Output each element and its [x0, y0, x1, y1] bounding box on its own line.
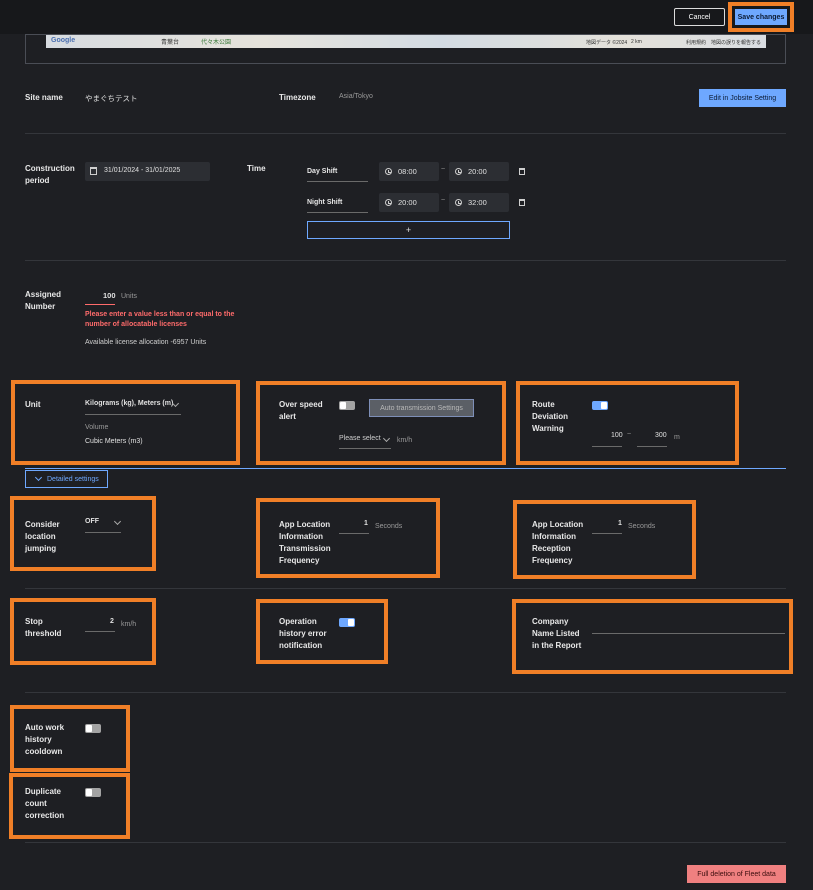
divider: [25, 588, 786, 589]
period-date-input[interactable]: 31/01/2024 - 31/01/2025: [85, 162, 210, 181]
available-license-text: Available license allocation -6957 Units: [85, 339, 207, 346]
assigned-number-error: Please enter a value less than or equal …: [85, 311, 235, 328]
highlight-cooldown: [10, 705, 130, 772]
calendar-icon: [90, 167, 97, 175]
night-shift-end-value: 32:00: [468, 198, 487, 207]
map-report-link[interactable]: 地図の誤りを報告する: [711, 39, 761, 46]
map-attribution: 地図データ ©2024: [586, 40, 628, 46]
highlight-transmission: [256, 498, 440, 578]
night-shift-end-input[interactable]: 32:00: [449, 193, 509, 212]
day-shift-end-value: 20:00: [468, 167, 487, 176]
highlight-reception: [513, 500, 696, 579]
day-shift-label: Day Shift: [307, 168, 338, 175]
chevron-down-icon: [34, 473, 43, 482]
detailed-settings-label: Detailed settings: [47, 476, 99, 483]
clock-icon: [385, 199, 392, 206]
time-separator: ~: [441, 197, 446, 204]
highlight-operation: [256, 599, 388, 664]
night-shift-start-input[interactable]: 20:00: [379, 193, 439, 212]
assigned-number-underline: [85, 304, 115, 305]
assigned-number-label: Assigned Number: [25, 290, 62, 311]
assigned-number-unit: Units: [121, 293, 137, 300]
cancel-button[interactable]: Cancel: [674, 8, 725, 26]
period-date-value: 31/01/2024 - 31/01/2025: [104, 167, 181, 174]
time-separator: ~: [441, 166, 446, 173]
night-shift-start-value: 20:00: [398, 198, 417, 207]
site-name-value: やまぐちテスト: [85, 94, 138, 103]
map-scale: 2 km: [631, 39, 642, 45]
highlight-company: [512, 599, 793, 674]
map-panel[interactable]: Google 青葉台 代々木公園 地図データ ©2024 2 km 利用規約 地…: [25, 34, 786, 64]
highlight-duplicate: [9, 773, 130, 839]
clock-icon: [455, 168, 462, 175]
detailed-settings-button[interactable]: Detailed settings: [25, 470, 108, 488]
highlight-jumping: [10, 496, 156, 571]
add-shift-button[interactable]: +: [307, 221, 510, 239]
highlight-save: [728, 2, 794, 32]
divider: [25, 692, 786, 693]
edit-jobsite-button[interactable]: Edit in Jobsite Setting: [699, 89, 786, 107]
night-shift-underline: [307, 212, 368, 213]
highlight-route: [516, 381, 739, 465]
timezone-value: Asia/Tokyo: [339, 93, 373, 100]
clock-icon: [455, 199, 462, 206]
full-deletion-button[interactable]: Full deletion of Fleet data: [687, 865, 786, 883]
construction-period-label: Construction period: [25, 164, 75, 185]
delete-day-shift-icon[interactable]: [519, 168, 525, 175]
highlight-unit: [11, 380, 240, 465]
delete-night-shift-icon[interactable]: [519, 199, 525, 206]
night-shift-label: Night Shift: [307, 199, 343, 206]
time-label: Time: [247, 164, 266, 173]
clock-icon: [385, 168, 392, 175]
google-logo: Google: [51, 37, 76, 44]
assigned-number-value[interactable]: 100: [103, 291, 116, 300]
day-shift-underline: [307, 181, 368, 182]
map-image[interactable]: Google 青葉台 代々木公園 地図データ ©2024 2 km 利用規約 地…: [46, 35, 766, 48]
map-terms-link[interactable]: 利用規約: [686, 39, 706, 46]
timezone-label: Timezone: [279, 93, 316, 102]
highlight-overspeed: [256, 381, 506, 465]
map-place-label: 代々木公園: [201, 40, 232, 46]
highlight-stop: [10, 598, 156, 665]
divider: [25, 133, 786, 134]
divider: [25, 842, 786, 843]
divider: [25, 260, 786, 261]
map-place-label: 青葉台: [161, 40, 180, 46]
day-shift-end-input[interactable]: 20:00: [449, 162, 509, 181]
detailed-settings-divider: [25, 468, 786, 469]
day-shift-start-input[interactable]: 08:00: [379, 162, 439, 181]
site-name-label: Site name: [25, 93, 63, 102]
day-shift-start-value: 08:00: [398, 167, 417, 176]
